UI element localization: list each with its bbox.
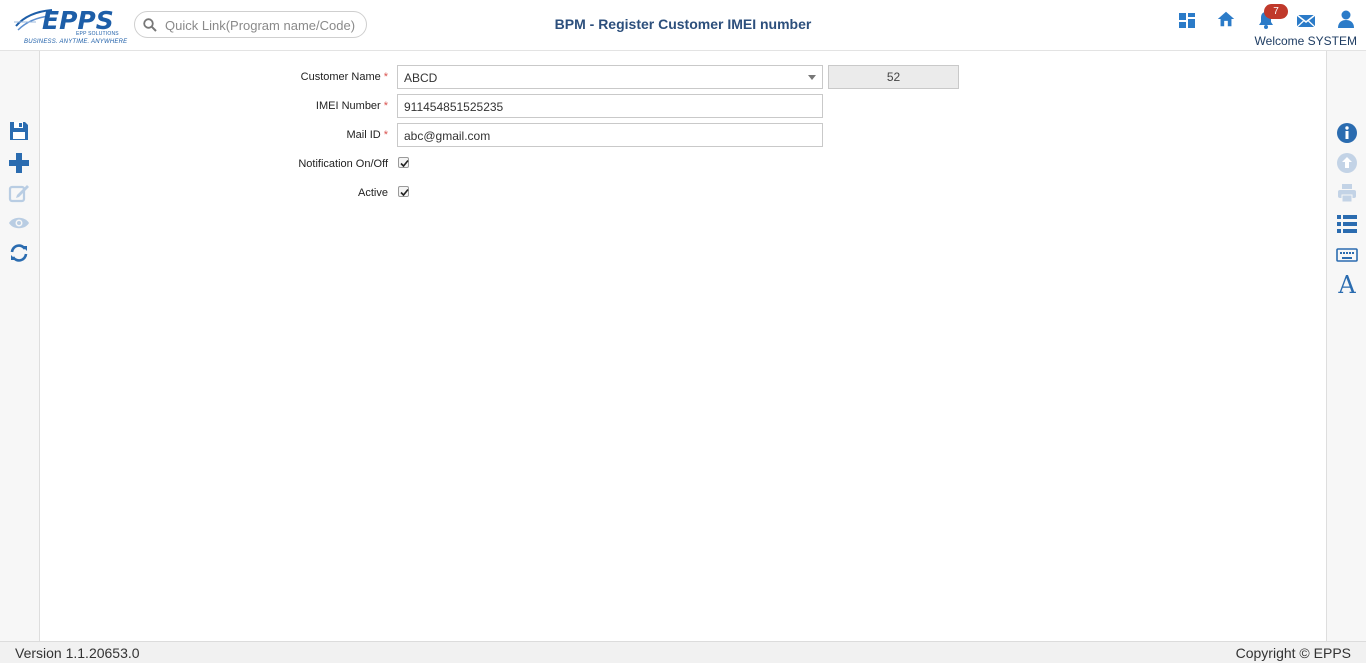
version-text: Version 1.1.20653.0	[15, 645, 140, 661]
logo-subtext: EPP SOLUTIONS	[76, 31, 119, 37]
dashboard-icon[interactable]	[1177, 11, 1197, 31]
svg-text:A: A	[1337, 271, 1356, 297]
refresh-icon[interactable]	[8, 242, 30, 264]
header: EPPS EPP SOLUTIONS BUSINESS. ANYTIME. AN…	[0, 0, 1366, 51]
quick-link-search[interactable]	[134, 11, 367, 38]
customer-name-value: ABCD	[404, 71, 438, 85]
info-icon[interactable]	[1336, 122, 1358, 144]
mail-id-value: abc@gmail.com	[404, 129, 491, 143]
copyright-text: Copyright © EPPS	[1235, 645, 1351, 661]
search-icon	[143, 18, 157, 32]
list-icon[interactable]	[1336, 213, 1358, 235]
keyboard-icon[interactable]	[1336, 244, 1358, 266]
imei-label: IMEI Number *	[315, 100, 388, 112]
user-icon[interactable]	[1336, 9, 1356, 29]
notification-label: Notification On/Off	[298, 158, 388, 170]
search-input[interactable]	[165, 16, 360, 34]
home-icon[interactable]	[1216, 9, 1236, 29]
footer: Version 1.1.20653.0 Copyright © EPPS	[0, 641, 1366, 663]
customer-name-label: Customer Name *	[300, 71, 388, 83]
right-toolbar: A	[1326, 51, 1366, 641]
required-mark: *	[383, 100, 388, 112]
epps-logo[interactable]: EPPS EPP SOLUTIONS BUSINESS. ANYTIME. AN…	[14, 4, 127, 46]
logo-tagline: BUSINESS. ANYTIME. ANYWHERE	[24, 39, 128, 45]
welcome-text: Welcome SYSTEM	[1254, 34, 1357, 48]
add-icon[interactable]	[8, 152, 30, 174]
checkmark-icon	[400, 159, 409, 168]
mail-icon[interactable]	[1296, 11, 1316, 31]
save-icon[interactable]	[8, 120, 30, 142]
imei-input[interactable]: 911454851525235	[397, 94, 823, 118]
print-icon[interactable]	[1336, 182, 1358, 204]
active-label: Active	[358, 187, 388, 199]
mail-id-input[interactable]: abc@gmail.com	[397, 123, 823, 147]
upload-icon[interactable]	[1336, 152, 1358, 174]
required-mark: *	[383, 71, 388, 83]
required-mark: *	[383, 129, 388, 141]
chevron-down-icon[interactable]	[808, 75, 816, 80]
notification-badge: 7	[1264, 4, 1288, 19]
active-checkbox[interactable]	[398, 186, 409, 197]
font-icon[interactable]: A	[1336, 271, 1358, 297]
imei-value: 911454851525235	[404, 100, 504, 114]
mail-id-label: Mail ID *	[346, 129, 388, 141]
edit-icon[interactable]	[8, 182, 30, 204]
view-icon[interactable]	[8, 212, 30, 234]
customer-name-select[interactable]: ABCD	[397, 65, 823, 89]
checkmark-icon	[400, 188, 409, 197]
customer-code-field: 52	[828, 65, 959, 89]
left-toolbar	[0, 51, 40, 641]
notification-checkbox[interactable]	[398, 157, 409, 168]
